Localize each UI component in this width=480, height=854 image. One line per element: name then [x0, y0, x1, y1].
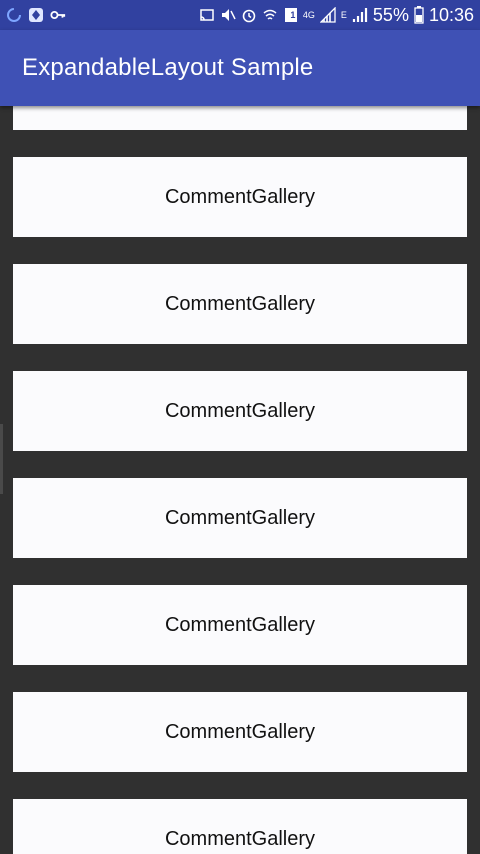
wifi-icon [262, 7, 278, 23]
app-notification-icon [28, 7, 44, 23]
network-type: 4G [302, 10, 315, 20]
list-item[interactable]: CommentGallery [13, 585, 467, 665]
expandable-list[interactable]: CommentGallery CommentGallery CommentGal… [0, 106, 480, 854]
cell-signal-icon [352, 7, 368, 23]
list-item-label: CommentGallery [164, 827, 316, 850]
list-item-label: CommentGallery [164, 185, 316, 208]
key-icon [50, 7, 66, 23]
battery-icon [414, 6, 424, 24]
list-item[interactable]: CommentGallery [13, 264, 467, 344]
status-bar: 1 4G E 55% 10:36 [0, 0, 480, 30]
status-bar-left [6, 7, 66, 23]
list-item[interactable]: CommentGallery [13, 799, 467, 854]
list-item-label: CommentGallery [164, 399, 316, 422]
sync-icon [6, 7, 22, 23]
list-item[interactable]: CommentGallery [13, 692, 467, 772]
app-title: ExpandableLayout Sample [22, 54, 314, 81]
list-item[interactable]: CommentGallery [13, 371, 467, 451]
clock: 10:36 [428, 4, 474, 25]
signal-icon [319, 7, 336, 23]
cast-icon [199, 7, 215, 23]
sim-slot-number: 1 [290, 10, 296, 20]
scroll-edge-indicator [0, 424, 3, 494]
mute-icon [220, 7, 236, 23]
alarm-icon [241, 7, 257, 23]
list-item-label: CommentGallery [164, 613, 316, 636]
signal-type: E [340, 10, 347, 20]
list-item[interactable] [13, 106, 467, 130]
app-bar: ExpandableLayout Sample [0, 30, 480, 106]
list-item-label: CommentGallery [164, 720, 316, 743]
list-item-label: CommentGallery [164, 506, 316, 529]
battery-percent: 55% [372, 4, 409, 25]
list-item[interactable]: CommentGallery [13, 157, 467, 237]
list-item-label: CommentGallery [164, 292, 316, 315]
list-item[interactable]: CommentGallery [13, 478, 467, 558]
status-bar-right: 1 4G E 55% 10:36 [199, 5, 474, 26]
